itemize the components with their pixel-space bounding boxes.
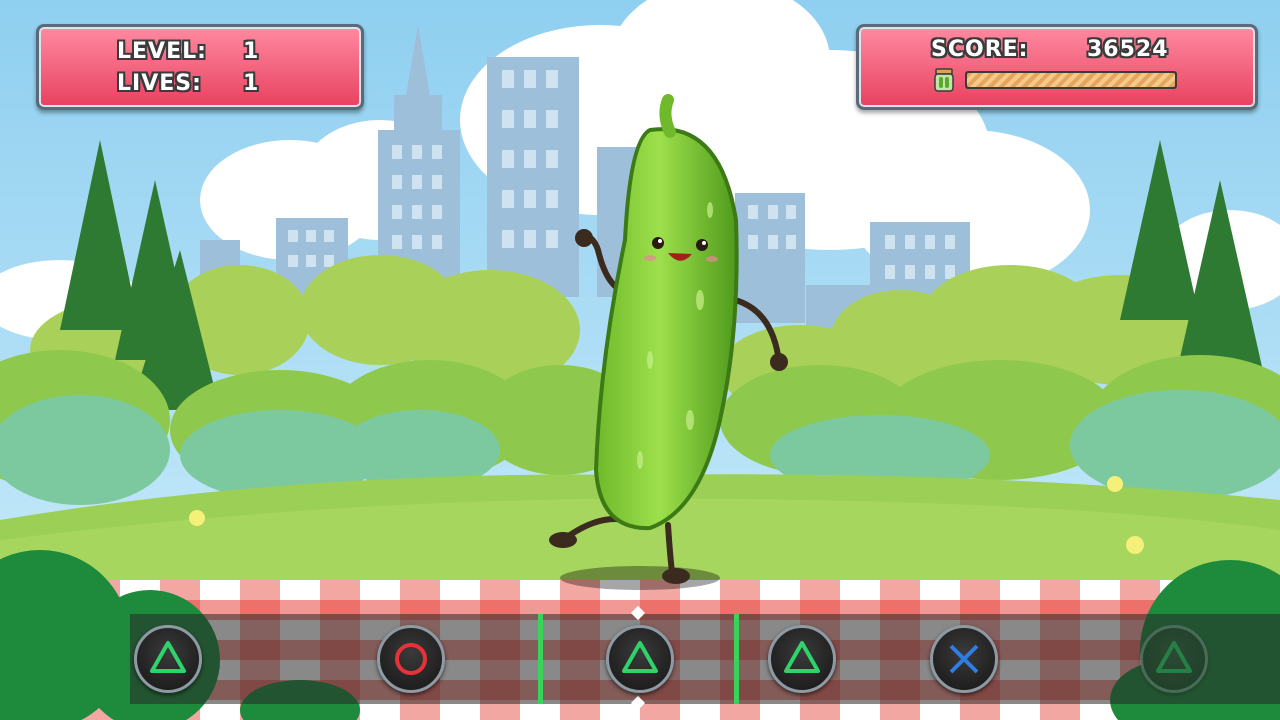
level-value: 1: [243, 39, 260, 64]
note-button-triangle: [1140, 625, 1208, 693]
lives-label: LIVES:: [117, 71, 202, 96]
cross-icon: [949, 644, 979, 674]
score-value: 36524: [1087, 37, 1169, 62]
lives-value: 1: [243, 71, 260, 96]
note-button-cross: [930, 625, 998, 693]
pickle-meter: [965, 71, 1177, 89]
level-lives-panel: LEVEL: 1 LIVES: 1: [36, 24, 364, 110]
pickle-jar-icon: [934, 68, 954, 92]
triangle-icon: [150, 641, 186, 673]
level-label: LEVEL:: [117, 39, 207, 64]
hit-zone-right-bar: [734, 614, 739, 704]
triangle-icon: [1156, 641, 1192, 673]
score-panel: SCORE: 36524: [856, 24, 1258, 110]
hit-zone-left-bar: [538, 614, 543, 704]
note-button-triangle: [134, 625, 202, 693]
triangle-icon: [784, 641, 820, 673]
pickle-shadow: [560, 566, 720, 590]
circle-icon: [395, 643, 427, 675]
note-button-triangle: [606, 625, 674, 693]
score-label: SCORE:: [931, 37, 1029, 62]
pickle-meter-fill: [967, 73, 1175, 87]
triangle-icon: [622, 641, 658, 673]
note-button-triangle: [768, 625, 836, 693]
note-button-circle: [377, 625, 445, 693]
rhythm-track: [130, 614, 1280, 704]
